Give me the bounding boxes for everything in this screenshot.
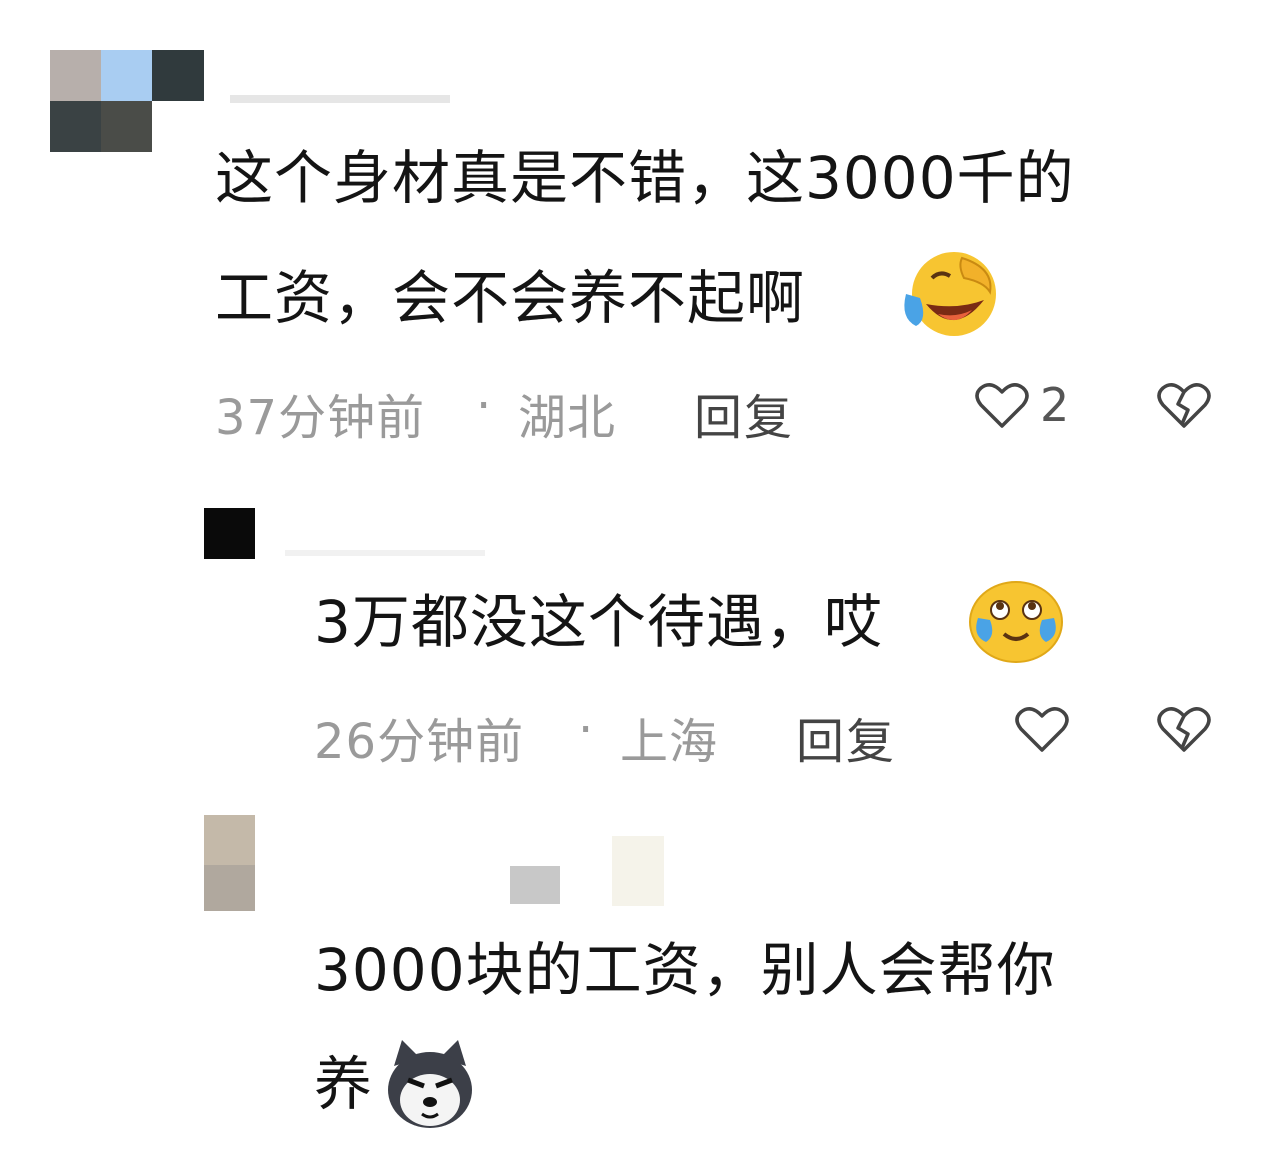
like-count: 2 bbox=[1040, 378, 1070, 432]
comment-text-line: 3万都没这个待遇，哎 bbox=[314, 588, 883, 656]
comment-text-line: 养 bbox=[314, 1050, 374, 1118]
comment-text-line: 这个身材真是不错，这3000千的 bbox=[215, 144, 1075, 212]
meta-separator: · bbox=[578, 702, 595, 758]
comment-time: 37分钟前 bbox=[215, 390, 426, 446]
broken-heart-icon[interactable] bbox=[1156, 704, 1212, 756]
heart-outline-icon[interactable] bbox=[1014, 704, 1070, 756]
reply-button[interactable]: 回复 bbox=[694, 378, 794, 448]
username-blurred[interactable] bbox=[285, 550, 485, 556]
comment-location: 湖北 bbox=[518, 390, 617, 446]
username-blurred[interactable] bbox=[510, 866, 560, 904]
broken-heart-icon[interactable] bbox=[1156, 380, 1212, 432]
comment-text-line: 工资，会不会养不起啊 bbox=[215, 264, 806, 332]
avatar[interactable] bbox=[204, 508, 255, 559]
badge-blurred bbox=[612, 836, 664, 906]
avatar[interactable] bbox=[204, 815, 255, 911]
avatar[interactable] bbox=[50, 50, 204, 152]
laughing-crying-emoji-icon bbox=[904, 252, 996, 336]
comment-text-line: 3000块的工资，别人会帮你 bbox=[314, 936, 1056, 1004]
reply-button[interactable]: 回复 bbox=[796, 702, 896, 772]
shiba-dog-emoji-icon bbox=[388, 1040, 472, 1128]
meta-separator: · bbox=[476, 378, 493, 434]
heart-outline-icon[interactable] bbox=[974, 380, 1030, 432]
comment-location: 上海 bbox=[620, 714, 719, 770]
username-blurred[interactable] bbox=[230, 95, 450, 103]
tearful-emoji-icon bbox=[969, 581, 1063, 663]
comment-time: 26分钟前 bbox=[314, 714, 525, 770]
